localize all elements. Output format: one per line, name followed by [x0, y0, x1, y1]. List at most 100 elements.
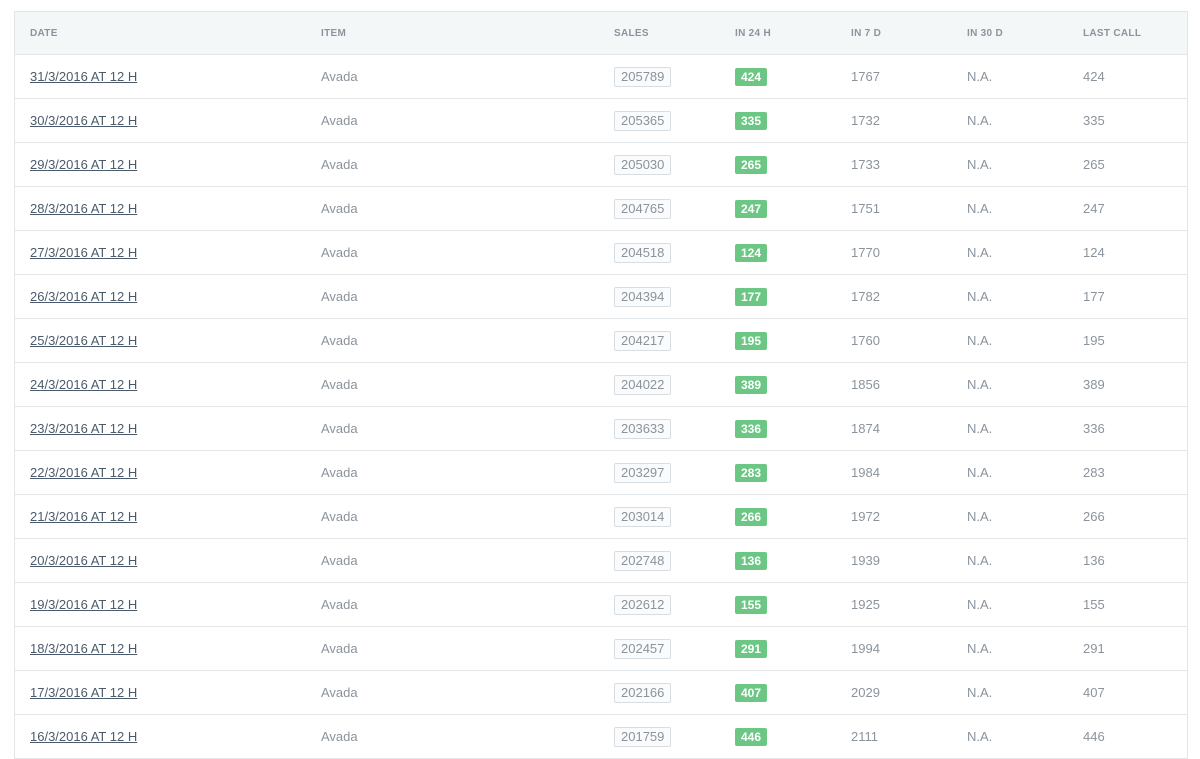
row-item-text: Avada	[321, 245, 358, 260]
row-sales-cell: 203633	[614, 407, 672, 450]
row-in-30d-text: N.A.	[967, 333, 993, 348]
row-in-24h-badge: 283	[735, 463, 768, 482]
row-last-call-text: 407	[1083, 685, 1105, 700]
row-in-30d-cell: N.A.	[967, 55, 992, 98]
row-last-call-cell: 446	[1083, 715, 1105, 758]
row-sales-box: 202612	[614, 594, 672, 615]
row-in-7d-text: 1939	[851, 553, 880, 568]
row-date-link[interactable]: 26/3/2016 AT 12 H	[30, 289, 137, 304]
header-sales[interactable]: SALES	[614, 12, 649, 54]
row-last-call-text: 389	[1083, 377, 1105, 392]
row-date-link[interactable]: 27/3/2016 AT 12 H	[30, 245, 137, 260]
row-in-7d-text: 2029	[851, 685, 880, 700]
row-date-link[interactable]: 30/3/2016 AT 12 H	[30, 113, 137, 128]
table-row: 25/3/2016 AT 12 H Avada 204217 195 1760 N.A. 1…	[15, 319, 1187, 363]
row-in-7d-text: 1925	[851, 597, 880, 612]
row-in-30d-text: N.A.	[967, 553, 993, 568]
header-item[interactable]: ITEM	[321, 12, 346, 54]
row-date-cell: 31/3/2016 AT 12 H	[30, 55, 137, 98]
header-in-24h[interactable]: IN 24 H	[735, 12, 771, 54]
row-date-link[interactable]: 18/3/2016 AT 12 H	[30, 641, 137, 656]
row-date-link[interactable]: 22/3/2016 AT 12 H	[30, 465, 137, 480]
row-in-24h-badge: 155	[735, 595, 768, 614]
row-in-24h-badge: 136	[735, 551, 768, 570]
row-in-24h-cell: 124	[735, 231, 768, 274]
row-sales-box: 202166	[614, 682, 672, 703]
row-item-text: Avada	[321, 641, 358, 656]
row-in-30d-text: N.A.	[967, 465, 993, 480]
row-sales-cell: 202457	[614, 627, 672, 670]
row-in-7d-cell: 2029	[851, 671, 880, 714]
row-item-cell: Avada	[321, 187, 358, 230]
row-in-24h-badge: 247	[735, 199, 768, 218]
row-item-cell: Avada	[321, 671, 358, 714]
row-in-7d-cell: 1733	[851, 143, 880, 186]
row-item-cell: Avada	[321, 99, 358, 142]
row-in-30d-cell: N.A.	[967, 627, 992, 670]
row-in-7d-text: 1770	[851, 245, 880, 260]
row-in-24h-cell: 283	[735, 451, 768, 494]
row-in-24h-badge: 335	[735, 111, 768, 130]
row-in-7d-text: 1856	[851, 377, 880, 392]
row-item-text: Avada	[321, 421, 358, 436]
table-row: 30/3/2016 AT 12 H Avada 205365 335 1732 N.A. 3…	[15, 99, 1187, 143]
row-in-7d-text: 1760	[851, 333, 880, 348]
header-last-call[interactable]: LAST CALL	[1083, 12, 1141, 54]
row-date-link[interactable]: 23/3/2016 AT 12 H	[30, 421, 137, 436]
header-date[interactable]: DATE	[30, 12, 58, 54]
row-in-24h-badge: 177	[735, 287, 768, 306]
table-row: 19/3/2016 AT 12 H Avada 202612 155 1925 N.A. 1…	[15, 583, 1187, 627]
row-sales-box: 203633	[614, 418, 672, 439]
row-last-call-text: 136	[1083, 553, 1105, 568]
row-date-link[interactable]: 28/3/2016 AT 12 H	[30, 201, 137, 216]
row-item-text: Avada	[321, 509, 358, 524]
row-item-cell: Avada	[321, 363, 358, 406]
row-sales-box: 205789	[614, 66, 672, 87]
row-item-cell: Avada	[321, 451, 358, 494]
row-in-24h-cell: 195	[735, 319, 768, 362]
table-row: 24/3/2016 AT 12 H Avada 204022 389 1856 N.A. 3…	[15, 363, 1187, 407]
row-sales-cell: 202748	[614, 539, 672, 582]
row-date-link[interactable]: 20/3/2016 AT 12 H	[30, 553, 137, 568]
row-in-24h-badge: 195	[735, 331, 768, 350]
row-sales-box: 204022	[614, 374, 672, 395]
row-last-call-cell: 265	[1083, 143, 1105, 186]
row-in-30d-cell: N.A.	[967, 539, 992, 582]
row-date-link[interactable]: 16/3/2016 AT 12 H	[30, 729, 137, 744]
row-date-link[interactable]: 21/3/2016 AT 12 H	[30, 509, 137, 524]
row-in-24h-badge: 446	[735, 727, 768, 746]
row-in-30d-cell: N.A.	[967, 275, 992, 318]
row-sales-cell: 205789	[614, 55, 672, 98]
row-in-30d-text: N.A.	[967, 641, 993, 656]
row-in-7d-text: 1972	[851, 509, 880, 524]
row-in-30d-text: N.A.	[967, 685, 993, 700]
row-date-link[interactable]: 24/3/2016 AT 12 H	[30, 377, 137, 392]
row-date-link[interactable]: 29/3/2016 AT 12 H	[30, 157, 137, 172]
row-item-cell: Avada	[321, 539, 358, 582]
row-in-24h-badge: 266	[735, 507, 768, 526]
row-in-30d-cell: N.A.	[967, 363, 992, 406]
row-item-text: Avada	[321, 685, 358, 700]
table-header-row: DATE ITEM SALES IN 24 H IN 7 D IN 30 D L…	[15, 12, 1187, 55]
row-sales-cell: 204217	[614, 319, 672, 362]
row-in-30d-text: N.A.	[967, 69, 993, 84]
row-last-call-text: 283	[1083, 465, 1105, 480]
header-in-7d[interactable]: IN 7 D	[851, 12, 881, 54]
row-date-link[interactable]: 19/3/2016 AT 12 H	[30, 597, 137, 612]
table-row: 28/3/2016 AT 12 H Avada 204765 247 1751 N.A. 2…	[15, 187, 1187, 231]
row-in-7d-text: 1782	[851, 289, 880, 304]
header-in-30d[interactable]: IN 30 D	[967, 12, 1003, 54]
row-date-link[interactable]: 17/3/2016 AT 12 H	[30, 685, 137, 700]
row-in-30d-text: N.A.	[967, 201, 993, 216]
row-last-call-cell: 247	[1083, 187, 1105, 230]
row-in-24h-badge: 389	[735, 375, 768, 394]
row-date-link[interactable]: 25/3/2016 AT 12 H	[30, 333, 137, 348]
table-row: 23/3/2016 AT 12 H Avada 203633 336 1874 N.A. 3…	[15, 407, 1187, 451]
row-item-cell: Avada	[321, 627, 358, 670]
row-in-24h-cell: 424	[735, 55, 768, 98]
row-last-call-cell: 335	[1083, 99, 1105, 142]
row-in-30d-text: N.A.	[967, 597, 993, 612]
row-in-24h-cell: 336	[735, 407, 768, 450]
row-date-link[interactable]: 31/3/2016 AT 12 H	[30, 69, 137, 84]
row-in-7d-cell: 1939	[851, 539, 880, 582]
